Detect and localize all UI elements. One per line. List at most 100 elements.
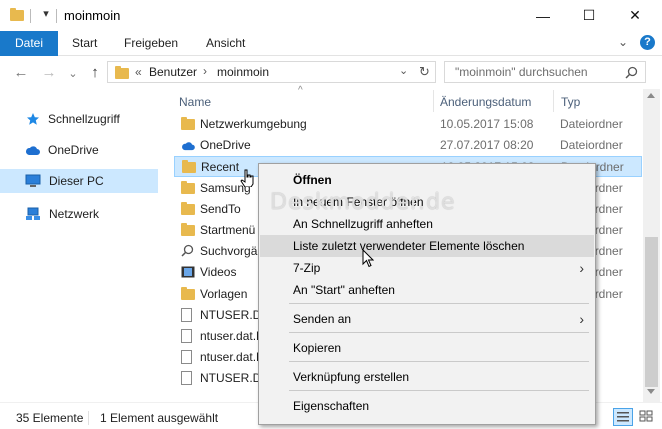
file-row[interactable]: OneDrive 27.07.2017 08:20 Dateiordner — [174, 135, 642, 156]
menu-item-label: Eigenschaften — [293, 399, 370, 413]
breadcrumb-overflow[interactable]: « — [135, 65, 142, 79]
scroll-up-arrow-icon[interactable] — [647, 93, 655, 98]
tab-freigeben[interactable]: Freigeben — [112, 31, 190, 56]
item-count: 35 Elemente — [16, 411, 84, 425]
file-icon — [181, 371, 192, 385]
tab-start[interactable]: Start — [60, 31, 109, 56]
help-button[interactable]: ? — [640, 35, 655, 50]
tab-datei[interactable]: Datei — [0, 31, 58, 56]
nav-item-netzwerk[interactable]: Netzwerk — [0, 202, 158, 226]
up-button[interactable]: ↑ — [86, 63, 104, 81]
file-name: Videos — [200, 265, 237, 279]
shortcut-folder-icon — [181, 223, 195, 236]
mouse-pointer-icon — [362, 249, 374, 268]
file-date: 27.07.2017 08:20 — [440, 138, 534, 152]
menu-item-label: An Schnellzugriff anheften — [293, 217, 433, 231]
menu-item-an-schnellzugriff-anheften[interactable]: An Schnellzugriff anheften — [260, 213, 594, 235]
arrow-right-icon: → — [41, 63, 57, 81]
chevron-down-icon: ⌄ — [617, 35, 629, 49]
file-name: SendTo — [200, 202, 241, 216]
nav-label: Schnellzugriff — [48, 112, 120, 126]
menu-item-eigenschaften[interactable]: Eigenschaften — [260, 395, 594, 417]
menu-item-7-zip[interactable]: 7-Zip › — [260, 257, 594, 279]
computer-icon — [25, 174, 41, 187]
column-header-name[interactable]: Name — [179, 95, 211, 109]
menu-item-label: Kopieren — [293, 341, 342, 355]
menu-separator — [289, 390, 589, 391]
shortcut-folder-icon — [182, 160, 196, 173]
menu-item-kopieren[interactable]: Kopieren — [260, 337, 594, 359]
file-row[interactable]: Netzwerkumgebung 10.05.2017 15:08 Dateiord… — [174, 114, 642, 135]
ribbon-expand-button[interactable]: ⌄ — [616, 36, 630, 50]
videos-icon — [181, 266, 195, 281]
menu-item-verknüpfung-erstellen[interactable]: Verknüpfung erstellen — [260, 366, 594, 388]
star-icon — [27, 113, 39, 125]
selection-count: 1 Element ausgewählt — [100, 411, 219, 425]
chevron-down-icon: ⌄ — [68, 67, 78, 80]
file-name: OneDrive — [200, 138, 251, 152]
folder-icon — [115, 66, 129, 79]
hand-cursor-icon — [240, 169, 254, 187]
file-name: Startmenü — [200, 223, 256, 237]
nav-item-schnellzugriff[interactable]: Schnellzugriff — [0, 107, 158, 131]
file-type: Dateiordner — [560, 138, 623, 152]
details-view-button[interactable] — [613, 408, 633, 426]
breadcrumb-moinmoin[interactable]: moinmoin — [217, 65, 269, 79]
menu-item-label: Liste zuletzt verwendeter Elemente lösch… — [293, 239, 525, 253]
menu-item-label: Senden an — [293, 312, 352, 326]
close-button[interactable]: ✕ — [612, 0, 658, 31]
quick-access-dropdown-icon[interactable]: ▾ — [40, 7, 52, 21]
large-icons-view-icon — [639, 410, 653, 422]
file-icon — [181, 308, 192, 322]
menu-item-label: Verknüpfung erstellen — [293, 370, 410, 384]
back-button[interactable]: ← — [12, 63, 30, 81]
search-icon — [181, 244, 194, 260]
address-dropdown-icon[interactable]: ⌄ — [399, 64, 408, 77]
nav-item-onedrive[interactable]: OneDrive — [0, 138, 158, 162]
folder-icon — [10, 8, 24, 21]
arrow-up-icon: ↑ — [91, 63, 99, 81]
file-type: Dateiordner — [560, 117, 623, 131]
nav-item-dieser-pc[interactable]: Dieser PC — [0, 169, 158, 193]
forward-button[interactable]: → — [40, 63, 58, 81]
refresh-icon: ↻ — [419, 64, 430, 79]
scroll-down-arrow-icon[interactable] — [647, 389, 655, 394]
address-bar[interactable]: « Benutzer › moinmoin ⌄ — [107, 61, 415, 83]
scroll-thumb[interactable] — [645, 237, 658, 387]
maximize-icon: ☐ — [582, 7, 596, 23]
menu-item-senden-an[interactable]: Senden an › — [260, 308, 594, 330]
column-divider[interactable] — [553, 90, 554, 112]
file-name: Netzwerkumgebung — [200, 117, 307, 131]
chevron-right-icon: › — [579, 311, 584, 327]
search-placeholder: "moinmoin" durchsuchen — [455, 65, 588, 79]
cloud-icon — [25, 145, 40, 155]
breadcrumb-separator[interactable]: › — [203, 64, 207, 78]
recent-locations-button[interactable]: ⌄ — [64, 64, 82, 82]
maximize-button[interactable]: ☐ — [566, 0, 612, 31]
file-icon — [181, 329, 192, 343]
nav-label: OneDrive — [48, 143, 99, 157]
column-header-date[interactable]: Änderungsdatum — [440, 95, 531, 109]
file-name: Vorlagen — [200, 287, 248, 301]
file-date: 10.05.2017 15:08 — [440, 117, 534, 131]
menu-item-an-start-anheften[interactable]: An "Start" anheften — [260, 279, 594, 301]
menu-item-label: Öffnen — [293, 173, 332, 187]
menu-item-liste-zuletzt-verwendeter-elemente-löschen[interactable]: Liste zuletzt verwendeter Elemente lösch… — [260, 235, 594, 257]
column-divider[interactable] — [433, 90, 434, 112]
minimize-button[interactable]: — — [520, 0, 566, 31]
column-header-type[interactable]: Typ — [561, 95, 580, 109]
search-icon — [625, 66, 638, 79]
shortcut-folder-icon — [181, 202, 195, 215]
tab-ansicht[interactable]: Ansicht — [194, 31, 257, 56]
cloud-icon — [181, 140, 195, 154]
refresh-button[interactable]: ↻ — [414, 61, 436, 83]
menu-item-öffnen[interactable]: Öffnen — [260, 169, 594, 191]
sort-indicator-icon: ^ — [298, 85, 303, 96]
breadcrumb-benutzer[interactable]: Benutzer — [149, 65, 197, 79]
navigation-pane: Schnellzugriff OneDrive Dieser PC Netzwe… — [0, 89, 160, 402]
file-name: Recent — [201, 160, 240, 174]
arrow-left-icon: ← — [13, 63, 29, 81]
menu-separator — [289, 332, 589, 333]
search-input[interactable]: "moinmoin" durchsuchen — [444, 61, 646, 83]
large-icons-view-button[interactable] — [637, 408, 657, 426]
